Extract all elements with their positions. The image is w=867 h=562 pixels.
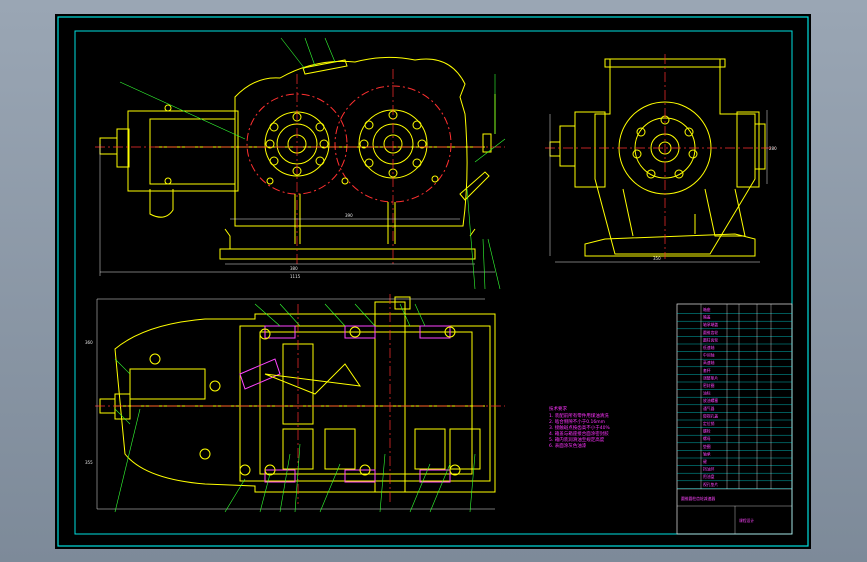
front-width-dim: 1115 (290, 274, 301, 279)
drawing-canvas: 380 1115 390 350 280 360 355 技术要求 1. 装配前… (57, 16, 809, 547)
title-block-row: 轴承端盖 (703, 322, 718, 327)
front-span-dim: 380 (290, 266, 298, 271)
tech-line-1: 1. 装配前所有零件用煤油清洗 (549, 412, 609, 419)
side-center-lines (545, 54, 775, 259)
title-block-row: 密封圈 (703, 383, 715, 388)
title-block-title: 圆锥圆柱齿轮减速器 (681, 496, 715, 501)
title-block-row: 低速轴 (703, 345, 715, 350)
tech-line-3: 3. 接触斑点按齿高不小于40% (549, 424, 610, 431)
title-block-row: 调整垫片 (703, 375, 718, 380)
title-block-row: 甩油盘 (703, 474, 715, 479)
title-block-row: 定位销 (703, 421, 715, 426)
title-block-row: 轴承 (703, 451, 711, 456)
title-block-row: 油标 (703, 391, 711, 396)
side-base-dim: 350 (653, 256, 661, 261)
title-block-school: 课程设计 (739, 518, 754, 523)
title-block-row: 中间轴 (703, 353, 715, 358)
top-left-dim: 355 (85, 460, 93, 465)
title-block-row: 通气器 (703, 406, 715, 411)
title-block-row: 窥视孔盖 (703, 413, 718, 418)
tech-line-4: 4. 箱盖与箱座接合面涂密封胶 (549, 430, 609, 437)
title-block-row: 键 (703, 459, 707, 464)
side-height-dim: 280 (769, 146, 777, 151)
tech-title: 技术要求 (549, 405, 567, 412)
tech-line-2: 2. 啮合侧隙不小于0.16mm (549, 418, 605, 425)
title-block-row: 视孔垫片 (703, 482, 718, 487)
title-block-row: 螺栓 (703, 429, 711, 434)
tech-line-6: 6. 表面涂灰色油漆 (549, 442, 587, 449)
title-block-row: 箱座 (703, 307, 711, 312)
title-block-row: 箱盖 (703, 315, 711, 320)
front-view (99, 56, 496, 260)
drawing-sheet: 380 1115 390 350 280 360 355 技术要求 1. 装配前… (55, 14, 811, 549)
top-view (99, 296, 496, 493)
title-block-row: 套杯 (703, 368, 711, 373)
title-block-row: 圆锥齿轮 (703, 330, 718, 335)
title-block-row: 螺母 (703, 436, 711, 441)
title-block-row: 垫圈 (703, 444, 711, 449)
title-block-row: 圆柱齿轮 (703, 337, 718, 342)
top-height-dim: 360 (85, 340, 93, 345)
title-block-row: 挡油环 (703, 467, 715, 472)
title-block: 箱座箱盖轴承端盖圆锥齿轮圆柱齿轮低速轴中间轴高速轴套杯调整垫片密封圈油标放油螺塞… (676, 303, 793, 535)
outer-frame (57, 16, 809, 547)
title-block-row: 高速轴 (703, 360, 715, 365)
side-view (549, 58, 766, 257)
side-dims (549, 110, 768, 263)
tech-line-5: 5. 箱内装润滑油至规定高度 (549, 436, 605, 443)
tech-notes: 技术要求 1. 装配前所有零件用煤油清洗 2. 啮合侧隙不小于0.16mm 3.… (549, 405, 610, 449)
base-length-dim: 390 (345, 213, 353, 218)
top-dims (96, 298, 495, 510)
title-block-row: 放油螺塞 (703, 398, 718, 403)
